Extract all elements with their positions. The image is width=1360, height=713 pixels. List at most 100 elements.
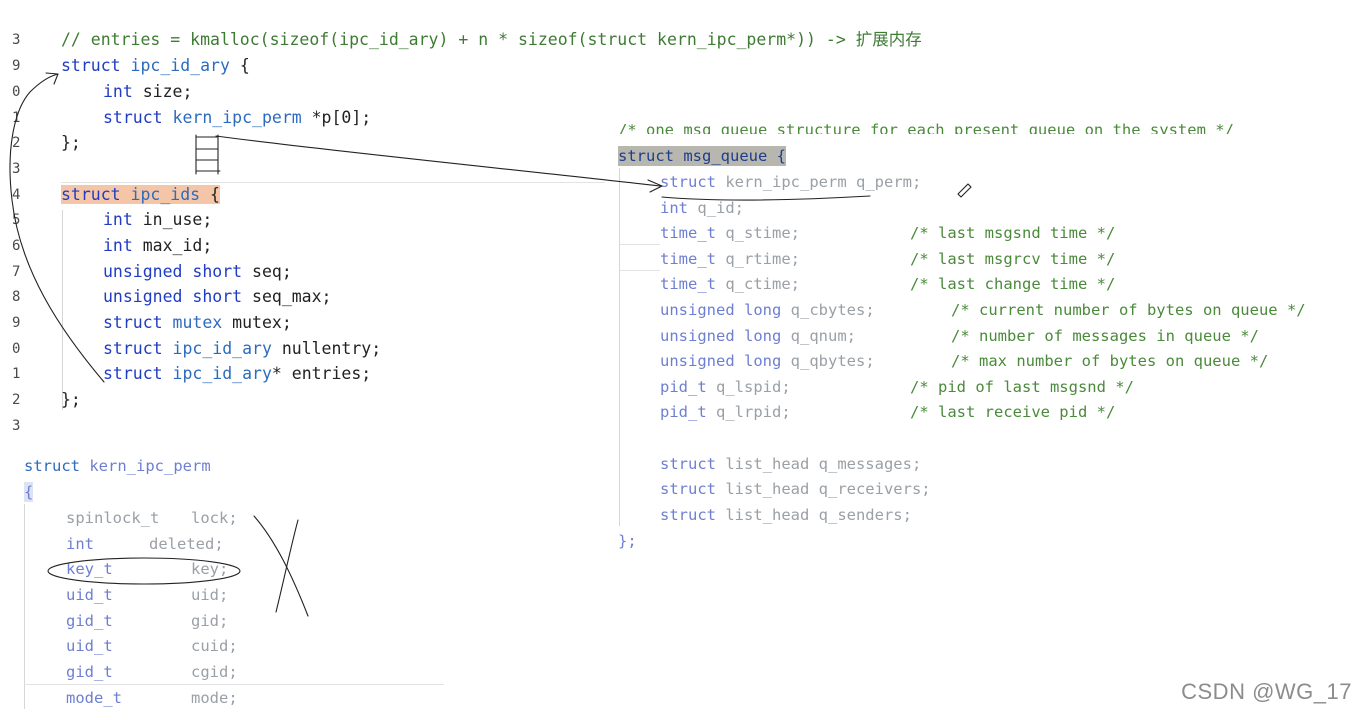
type: time_t xyxy=(660,224,716,242)
field: q_qnum; xyxy=(781,327,856,345)
line-number: 8 xyxy=(12,289,21,305)
indent-guide xyxy=(619,168,620,526)
type: int xyxy=(660,199,688,217)
type: uid_t xyxy=(66,586,113,604)
keyword: struct xyxy=(24,457,80,475)
type: key_t xyxy=(66,560,113,578)
field: * entries; xyxy=(271,364,372,383)
comment: /* max number of bytes on queue */ xyxy=(951,352,1269,370)
field: in_use; xyxy=(132,210,213,229)
field: q_stime; xyxy=(716,224,800,242)
type: struct xyxy=(660,173,716,191)
field: q_qbytes; xyxy=(781,352,875,370)
comment: /* last change time */ xyxy=(910,275,1116,293)
field: q_id; xyxy=(688,199,744,217)
ipc-id-ary-header: struct ipc_id_ary { xyxy=(61,56,250,76)
type: uid_t xyxy=(66,637,113,655)
code-line: time_t q_rtime; xyxy=(660,249,800,269)
code-line: int max_id; xyxy=(103,236,212,256)
field: seq_max; xyxy=(242,287,332,306)
msg-queue-header: struct msg_queue { xyxy=(618,146,786,166)
array-sketch xyxy=(195,134,221,175)
type-name: ipc_id_ary xyxy=(162,364,272,383)
divider xyxy=(620,270,660,271)
field: seq; xyxy=(242,262,292,281)
type: unsigned long xyxy=(660,327,782,345)
comment: /* pid of last msgsnd */ xyxy=(910,378,1134,396)
field: list_head q_senders; xyxy=(716,506,912,524)
line-number: 1 xyxy=(12,110,21,126)
indent-guide xyxy=(62,210,63,410)
code-line: unsigned short seq_max; xyxy=(103,287,331,307)
type: pid_t xyxy=(660,378,707,396)
code-line: struct mutex mutex; xyxy=(103,313,292,333)
comment: /* last msgsnd time */ xyxy=(910,224,1116,242)
field: q_rtime; xyxy=(716,250,800,268)
line-number: 0 xyxy=(12,341,21,357)
divider xyxy=(24,684,444,685)
line-number: 9 xyxy=(12,315,21,331)
code-line: int in_use; xyxy=(103,210,212,230)
type: int xyxy=(103,82,133,101)
field: list_head q_messages; xyxy=(716,455,922,473)
struct-name: ipc_ids xyxy=(130,185,201,204)
line-number: 1 xyxy=(12,366,21,382)
code-line: time_t q_stime; xyxy=(660,223,800,243)
field: q_lspid; xyxy=(706,378,791,396)
kmalloc-comment: // entries = kmalloc(sizeof(ipc_id_ary) … xyxy=(61,30,922,49)
comment: /* last msgrcv time */ xyxy=(910,250,1116,268)
type: unsigned long xyxy=(660,301,782,319)
type: struct xyxy=(660,506,716,524)
type: time_t xyxy=(660,275,716,293)
type: struct xyxy=(103,339,163,358)
code-line: int q_id; xyxy=(660,198,744,218)
field: mutex; xyxy=(222,313,292,332)
type-name: ipc_id_ary xyxy=(162,339,272,358)
type: struct xyxy=(103,364,163,383)
type: struct xyxy=(103,108,163,127)
divider xyxy=(61,182,605,183)
type: unsigned long xyxy=(660,352,782,370)
type: gid_t xyxy=(66,612,113,630)
pointer-arrow xyxy=(215,135,661,187)
line-number: 9 xyxy=(12,58,21,74)
code-line: pid_t q_lrpid; xyxy=(660,402,791,422)
brace: { xyxy=(200,185,220,204)
divider xyxy=(620,244,660,245)
field: cuid; xyxy=(191,637,238,655)
type-name: kern_ipc_perm xyxy=(716,173,847,191)
field: gid; xyxy=(191,612,229,630)
type: pid_t xyxy=(660,403,707,421)
keyword: struct xyxy=(61,56,121,75)
type: struct xyxy=(103,313,163,332)
line-number: 7 xyxy=(12,264,21,280)
code-line: int size; xyxy=(103,82,192,102)
field: uid; xyxy=(191,586,229,604)
msg-queue-comment: /* one msq_queue structure for each pres… xyxy=(618,121,1234,134)
closing-brace: }; xyxy=(61,133,81,152)
field: q_lrpid; xyxy=(706,403,791,421)
type: int xyxy=(103,210,133,229)
pointer-curve xyxy=(9,73,105,383)
pointer-arrowhead xyxy=(45,72,59,85)
ipc-ids-header: struct ipc_ids { xyxy=(61,185,220,205)
keyword: struct xyxy=(61,185,121,204)
type: int xyxy=(66,535,94,553)
type: struct xyxy=(660,455,716,473)
type: int xyxy=(103,236,133,255)
pencil-mark xyxy=(957,183,972,198)
open-brace: { xyxy=(24,482,34,502)
closing-brace: }; xyxy=(61,390,81,409)
code-line: time_t q_ctime; xyxy=(660,274,800,294)
field: q_perm; xyxy=(846,173,922,191)
type: gid_t xyxy=(66,663,113,681)
type: time_t xyxy=(660,250,716,268)
code-line: unsigned long q_qnum; xyxy=(660,326,856,346)
line-number: 3 xyxy=(12,32,21,48)
line-number: 5 xyxy=(12,212,21,228)
field: deleted; xyxy=(149,535,224,553)
code-line: struct kern_ipc_perm q_perm; xyxy=(660,172,921,192)
code-line: spinlock_t xyxy=(66,508,159,528)
struct-name: ipc_id_ary xyxy=(130,56,230,75)
line-number: 3 xyxy=(12,161,21,177)
